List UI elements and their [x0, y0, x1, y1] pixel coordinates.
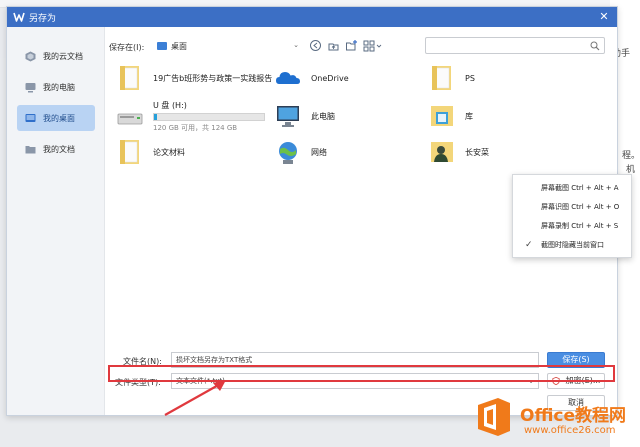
- watermark-url: www.office26.com: [524, 425, 616, 436]
- network-item[interactable]: 网络: [275, 135, 327, 169]
- drive-usage-fill: [154, 113, 158, 120]
- wps-logo-icon: [13, 12, 25, 22]
- folder-item-ps[interactable]: PS: [429, 61, 475, 95]
- drive-label: U 盘 (H:): [153, 100, 187, 110]
- search-icon: [590, 41, 600, 51]
- computer-icon: [25, 82, 36, 92]
- save-in-label: 保存在(I):: [109, 43, 145, 52]
- folder-item[interactable]: 论文材料: [117, 135, 185, 169]
- folder-label: 网络: [311, 147, 327, 157]
- folder-icon: [25, 145, 36, 153]
- dialog-title: 另存为: [29, 14, 57, 24]
- background-doc-text: 程。: [622, 151, 640, 161]
- checkmark-icon: ✓: [525, 240, 533, 250]
- folder-label: 19广告b班形势与政策一实践报告: [153, 73, 273, 83]
- desktop-icon: [157, 42, 167, 50]
- user-folder-item[interactable]: 长安菜: [429, 135, 489, 169]
- screenshot-context-menu: 屏幕截图 Ctrl + Alt + A 屏幕识图 Ctrl + Alt + O …: [512, 174, 632, 258]
- menu-item-hide-window[interactable]: ✓ 截图时隐藏当前窗口: [513, 236, 633, 255]
- sidebar-item-my-computer[interactable]: 我的电脑: [17, 74, 95, 100]
- new-folder-button[interactable]: [345, 39, 358, 52]
- folder-icon: [120, 140, 139, 164]
- folder-label: 论文材料: [153, 147, 185, 157]
- location-value: 桌面: [171, 41, 187, 51]
- desktop-icon: [25, 113, 36, 122]
- menu-item-screenshot[interactable]: 屏幕截图 Ctrl + Alt + A: [513, 179, 633, 198]
- sidebar-item-label: 我的电脑: [43, 82, 75, 92]
- network-icon: [279, 142, 297, 164]
- sidebar-item-label: 我的文档: [43, 144, 75, 154]
- drive-usage-text: 120 GB 可用，共 124 GB: [153, 123, 238, 132]
- drive-info: U 盘 (H:) 120 GB 可用，共 124 GB: [153, 100, 265, 133]
- folder-label: 长安菜: [465, 147, 489, 157]
- menu-item-screen-record[interactable]: 屏幕录制 Ctrl + Alt + S: [513, 217, 633, 236]
- sidebar-item-my-desktop[interactable]: 我的桌面: [17, 105, 95, 131]
- view-options-button[interactable]: [363, 39, 383, 52]
- folder-icon: [120, 66, 139, 90]
- dialog-titlebar[interactable]: 另存为 ✕: [7, 7, 617, 27]
- location-toolbar: 保存在(I): 桌面 ⌄: [105, 35, 617, 55]
- computer-icon: [277, 106, 299, 127]
- watermark-title: Office教程网: [520, 406, 627, 426]
- search-input[interactable]: [425, 37, 605, 54]
- usb-drive-icon: [117, 113, 143, 125]
- chevron-down-icon: ⌄: [293, 41, 299, 49]
- library-item[interactable]: 库: [429, 99, 473, 133]
- location-dropdown[interactable]: 桌面 ⌄: [157, 38, 305, 54]
- this-pc-item[interactable]: 此电脑: [275, 99, 335, 133]
- office-logo-icon: [478, 398, 510, 436]
- folder-label: 库: [465, 111, 473, 121]
- menu-item-screen-recognize[interactable]: 屏幕识图 Ctrl + Alt + O: [513, 198, 633, 217]
- folder-label: OneDrive: [311, 73, 349, 83]
- drive-usage-bar: [153, 112, 265, 121]
- drive-item[interactable]: U 盘 (H:) 120 GB 可用，共 124 GB: [117, 99, 265, 133]
- annotation-arrow-icon: [164, 380, 226, 416]
- back-button[interactable]: [309, 39, 322, 52]
- onedrive-icon: [276, 72, 300, 84]
- sidebar: 我的云文档 我的电脑 我的桌面 我的文档: [7, 27, 105, 415]
- sidebar-item-my-documents[interactable]: 我的文档: [17, 136, 95, 162]
- menu-item-label: 截图时隐藏当前窗口: [541, 241, 604, 249]
- folder-label: 此电脑: [311, 111, 335, 121]
- up-folder-button[interactable]: [327, 39, 340, 52]
- sidebar-item-label: 我的桌面: [43, 113, 75, 123]
- sidebar-item-label: 我的云文档: [43, 51, 83, 61]
- folder-icon: [432, 66, 451, 90]
- user-folder-icon: [431, 142, 453, 162]
- folder-item[interactable]: 19广告b班形势与政策一实践报告: [117, 61, 272, 95]
- sidebar-item-cloud-docs[interactable]: 我的云文档: [17, 43, 95, 69]
- folder-label: PS: [465, 73, 475, 83]
- cloud-doc-icon: [25, 51, 36, 61]
- folder-item-onedrive[interactable]: OneDrive: [275, 61, 349, 95]
- close-button[interactable]: ✕: [597, 10, 611, 24]
- library-icon: [431, 106, 453, 126]
- watermark: Office教程网 www.office26.com: [472, 389, 640, 447]
